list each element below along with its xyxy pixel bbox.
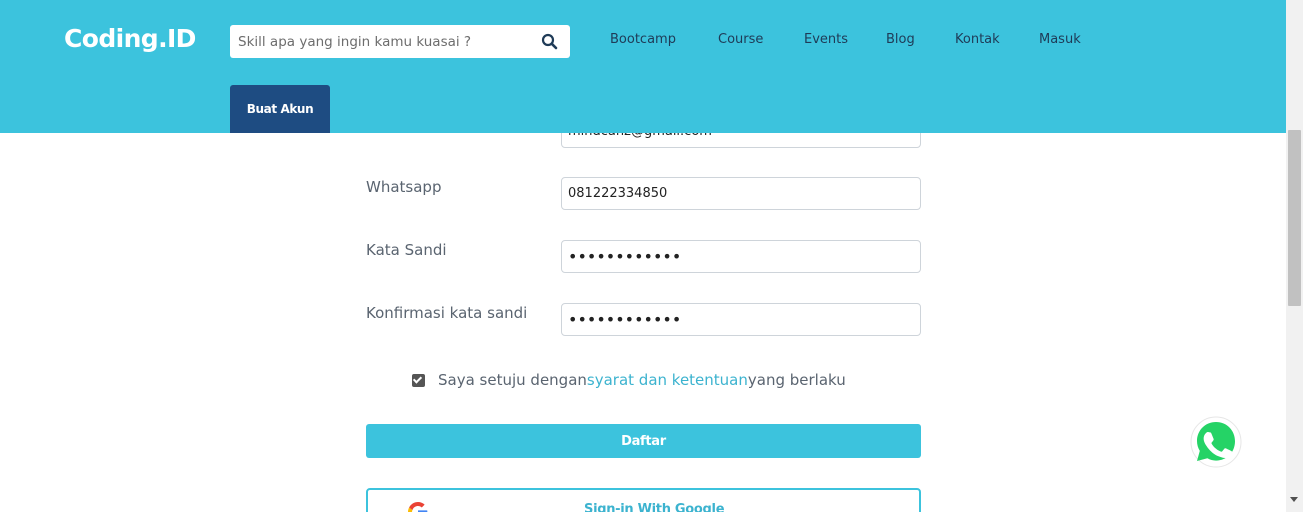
nav-kontak[interactable]: Kontak bbox=[955, 32, 1000, 47]
scroll-down-arrow-icon[interactable] bbox=[1290, 497, 1298, 502]
confirm-password-field[interactable] bbox=[561, 303, 921, 336]
nav-blog[interactable]: Blog bbox=[886, 32, 915, 47]
search-bar bbox=[230, 25, 570, 58]
whatsapp-field[interactable] bbox=[561, 177, 921, 210]
google-signin-button[interactable]: Sign-in With Google bbox=[366, 488, 921, 512]
password-field[interactable] bbox=[561, 240, 921, 273]
register-page: Whatsapp Kata Sandi Konfirmasi kata sand… bbox=[0, 0, 1303, 512]
nav-bootcamp[interactable]: Bootcamp bbox=[610, 32, 676, 47]
google-signin-label: Sign-in With Google bbox=[584, 502, 725, 512]
terms-text-suffix: yang berlaku bbox=[747, 371, 846, 389]
terms-link[interactable]: syarat dan ketentuan bbox=[587, 371, 748, 389]
terms-text-prefix: Saya setuju dengan bbox=[438, 371, 587, 389]
search-button[interactable] bbox=[541, 33, 558, 50]
confirm-password-label: Konfirmasi kata sandi bbox=[366, 304, 528, 322]
terms-agreement: Saya setuju dengan syarat dan ketentuan … bbox=[412, 370, 846, 390]
google-icon bbox=[408, 502, 428, 512]
top-navbar: Coding.ID Bootcamp Course Events Blog Ko… bbox=[0, 0, 1286, 133]
create-account-button[interactable]: Buat Akun bbox=[230, 85, 330, 133]
check-icon bbox=[412, 373, 423, 384]
nav-course[interactable]: Course bbox=[718, 32, 763, 47]
whatsapp-label: Whatsapp bbox=[366, 178, 442, 196]
search-icon bbox=[541, 33, 558, 50]
nav-events[interactable]: Events bbox=[804, 32, 848, 47]
search-input[interactable] bbox=[230, 25, 530, 58]
scrollbar-thumb[interactable] bbox=[1288, 130, 1301, 306]
whatsapp-icon[interactable] bbox=[1190, 416, 1242, 468]
site-logo[interactable]: Coding.ID bbox=[64, 24, 196, 53]
nav-masuk[interactable]: Masuk bbox=[1039, 32, 1081, 47]
terms-checkbox[interactable] bbox=[412, 373, 425, 387]
register-button[interactable]: Daftar bbox=[366, 424, 921, 458]
password-label: Kata Sandi bbox=[366, 241, 447, 259]
